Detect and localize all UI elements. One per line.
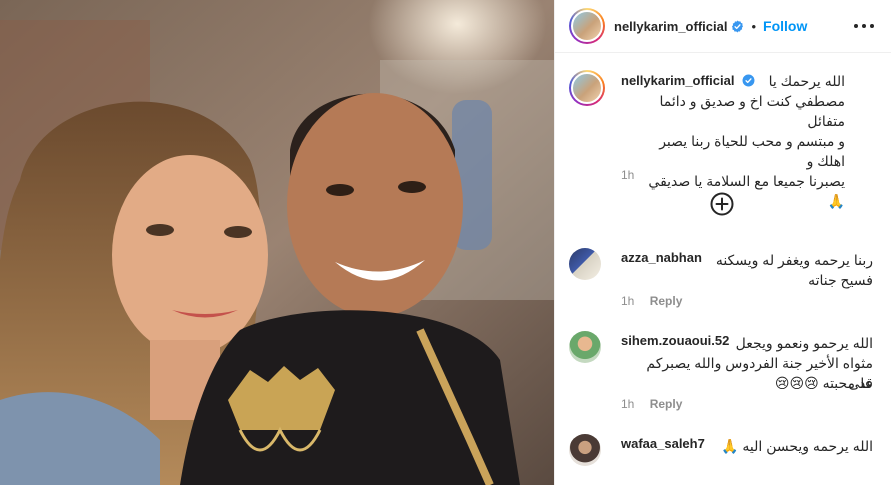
caption-line: و مبتسم و محب للحياة ربنا يصبر اهلك و	[659, 133, 845, 169]
post-side-panel: nellykarim_official • Follow nellykarim_…	[554, 0, 891, 485]
post-photo[interactable]	[0, 0, 554, 485]
commenter-avatar[interactable]	[569, 331, 601, 363]
comment-text: الله يرحمو ونعمو ويجعل	[735, 335, 873, 351]
more-options-icon[interactable]	[854, 19, 874, 33]
post-image	[0, 0, 554, 485]
comments-list[interactable]: nellykarim_official الله يرحمك يا مصطفي …	[555, 54, 891, 485]
comment-meta: 1h Reply	[621, 397, 682, 411]
comment-text: قد محبته 😢😢😢	[774, 375, 873, 391]
author-avatar[interactable]	[569, 8, 605, 44]
post-header: nellykarim_official • Follow	[555, 0, 891, 53]
caption-line: مصطفي كنت اخ و صديق و دائما متفائل	[659, 93, 846, 129]
reply-button[interactable]: Reply	[650, 397, 683, 411]
caption-text: الله يرحمك يا مصطفي كنت اخ و صديق و دائم…	[629, 71, 845, 211]
comment-text: فسيح جناته	[808, 272, 873, 288]
author-username[interactable]: nellykarim_official	[614, 19, 727, 34]
commenter-avatar[interactable]	[569, 248, 601, 280]
caption-timestamp[interactable]: 1h	[621, 168, 634, 182]
comment-timestamp[interactable]: 1h	[621, 397, 634, 411]
verified-badge-icon	[732, 19, 744, 32]
comment-meta: 1h Reply	[621, 294, 682, 308]
caption-line: الله يرحمك يا	[768, 73, 845, 89]
separator-dot: •	[751, 18, 757, 34]
plus-circle-icon[interactable]	[710, 192, 734, 216]
commenter-avatar[interactable]	[569, 434, 601, 466]
reply-button[interactable]: Reply	[650, 294, 683, 308]
comment-text: الله يرحمه ويحسن اليه 🙏	[721, 438, 873, 454]
comment-timestamp[interactable]: 1h	[621, 294, 634, 308]
caption-avatar[interactable]	[569, 70, 605, 106]
follow-button[interactable]: Follow	[763, 18, 807, 34]
comment-text: ربنا يرحمه ويغفر له ويسكنه	[715, 252, 873, 268]
caption-line: يصبرنا جميعا مع السلامة يا صديقي 🙏	[648, 173, 845, 209]
